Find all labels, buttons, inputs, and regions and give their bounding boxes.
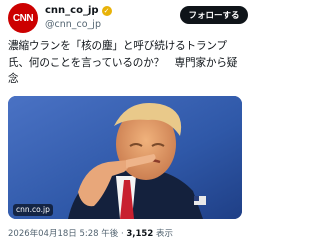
tweet-media-image[interactable]: cnn.co.jp — [8, 96, 242, 219]
verified-check-icon: ✓ — [101, 5, 112, 16]
photo-illustration — [8, 96, 242, 219]
display-name[interactable]: cnn_co_jp — [45, 5, 99, 16]
source-badge: cnn.co.jp — [13, 204, 53, 216]
follow-button[interactable]: フォローする — [180, 6, 248, 24]
views-label: 表示 — [153, 229, 173, 239]
tweet-metadata: 2026年04月18日 5:28 午後 · 3,152 表示 — [8, 227, 173, 239]
cnn-logo: CNN — [12, 12, 34, 24]
user-handle[interactable]: @cnn_co_jp — [45, 19, 112, 30]
tweet-text: 濃縮ウランを「核の塵」と呼び続けるトランプ氏、何のことを言っているのか？ 専門家… — [8, 40, 238, 85]
author-info: cnn_co_jp ✓ @cnn_co_jp — [45, 4, 112, 30]
views-count: 3,152 — [126, 229, 154, 239]
avatar[interactable]: CNN — [8, 3, 38, 33]
timestamp[interactable]: 2026年04月18日 5:28 午後 — [8, 229, 118, 239]
